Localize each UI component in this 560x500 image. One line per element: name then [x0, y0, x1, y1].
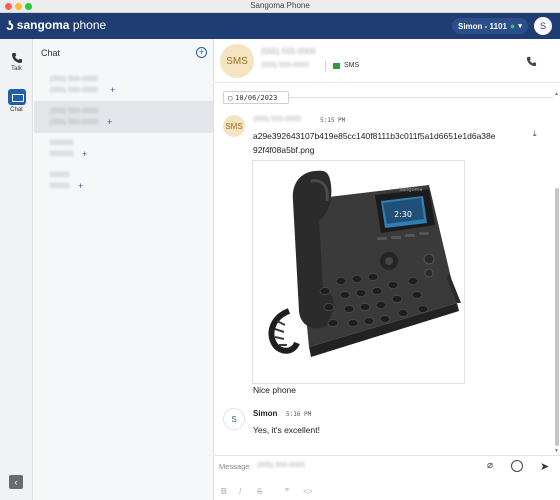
chat-list-panel: Chat + (555) 555-0000 (555) 555-0000 + (…: [34, 39, 214, 500]
rail-item-chat[interactable]: Chat: [0, 89, 33, 113]
rail-item-talk[interactable]: Talk: [0, 52, 33, 72]
user-label: Simon - 1101: [458, 21, 507, 31]
scrollbar-thumb[interactable]: [555, 188, 559, 446]
attachment-image[interactable]: 2:30 Sangoma: [252, 160, 465, 384]
channel-label: SMS: [344, 62, 360, 69]
strikethrough-icon[interactable]: S: [257, 487, 262, 496]
conversation-item[interactable]: (555) 555-0000 (555) 555-0000 +: [34, 69, 214, 101]
chat-list-title: Chat: [41, 48, 61, 58]
attachment-filename-cont[interactable]: 92f4f08a5bf.png: [253, 145, 314, 155]
header-divider: [325, 61, 326, 71]
calendar-icon: ▢: [228, 93, 233, 102]
sms-flag-icon: [333, 63, 340, 69]
user-status-dropdown[interactable]: Simon - 1101 ● ▾: [452, 18, 528, 34]
italic-icon[interactable]: I: [239, 487, 241, 496]
contact-number: (555) 555-0000: [261, 62, 309, 69]
phone-icon: [11, 53, 22, 63]
conversation-item-selected[interactable]: (555) 555-0000 (555) 555-0000 +: [34, 101, 214, 133]
conversation-number: (555) 555-0000: [50, 119, 98, 126]
plus-icon: +: [82, 149, 88, 159]
conversation-name: 55555: [50, 172, 70, 179]
date-divider: ▢ 10/06/2023: [223, 91, 289, 104]
brand-suffix: phone: [72, 18, 107, 32]
rail-talk-label: Talk: [11, 66, 22, 72]
scroll-up-arrow[interactable]: ▲: [554, 91, 559, 97]
nav-rail: Talk Chat ‹: [0, 39, 33, 500]
conversation-number: (555) 555-0000: [50, 87, 98, 94]
plus-icon: +: [107, 117, 113, 127]
conversation-item[interactable]: 55555 55555 +: [34, 165, 214, 197]
contact-name: (555) 555-0000: [261, 47, 316, 56]
contact-avatar: SMS: [220, 44, 254, 78]
message-text: Yes, it's excellent!: [253, 425, 320, 435]
bold-icon[interactable]: B: [221, 487, 227, 496]
conversation-item[interactable]: 555555 555555 +: [34, 133, 214, 165]
conversation-number: 555555: [50, 151, 74, 158]
message-input[interactable]: Message: [219, 462, 249, 471]
window-title: Sangoma Phone: [250, 1, 310, 10]
window-titlebar: Sangoma Phone: [0, 0, 560, 13]
plus-icon: +: [110, 85, 116, 95]
conversation-name: 555555: [50, 140, 74, 147]
message-avatar: S: [223, 408, 245, 430]
conversation-number: 55555: [50, 183, 70, 190]
message-list[interactable]: ▢ 10/06/2023 SMS (555) 555-0000 5:15 PM …: [215, 84, 560, 455]
divider-line: [289, 97, 553, 98]
sangoma-logo-icon: ʖ: [6, 17, 14, 33]
desk-phone-image: 2:30 Sangoma: [268, 170, 461, 357]
call-button[interactable]: [526, 56, 537, 67]
chevron-down-icon: ▾: [518, 23, 522, 30]
attach-icon[interactable]: ⌀: [487, 460, 493, 471]
app-header: ʖ sangoma phone Simon - 1101 ● ▾ S: [0, 13, 560, 39]
chat-icon: [7, 89, 26, 105]
message-scrollbar[interactable]: ▲ ▼: [554, 91, 560, 455]
collapse-sidebar-button[interactable]: ‹: [9, 475, 23, 489]
message-time: 5:15 PM: [320, 117, 346, 124]
quote-icon[interactable]: ❞: [285, 487, 289, 496]
message-sender: Simon: [253, 409, 278, 418]
conversation-name: (555) 555-0000: [50, 108, 98, 115]
phone-brand: Sangoma: [399, 187, 423, 193]
phone-screen-time: 2:30: [394, 210, 412, 219]
conversation-header: SMS (555) 555-0000 (555) 555-0000 SMS: [215, 39, 560, 83]
scroll-down-arrow[interactable]: ▼: [554, 448, 559, 454]
message-sender: (555) 555-0000: [253, 116, 301, 123]
message-avatar: SMS: [223, 115, 245, 137]
date-label: 10/06/2023: [235, 93, 278, 102]
conversation-name: (555) 555-0000: [50, 76, 98, 83]
new-chat-button[interactable]: +: [196, 47, 207, 58]
message-caption: Nice phone: [253, 385, 297, 395]
download-icon[interactable]: ⤓: [533, 129, 537, 139]
user-avatar[interactable]: S: [534, 17, 552, 35]
attachment-filename[interactable]: a29e392643107b419e85cc140f8111b3c011f5a1…: [253, 131, 496, 141]
code-icon[interactable]: <>: [303, 487, 312, 496]
sangoma-logo: ʖ sangoma phone: [6, 18, 106, 32]
plus-icon: +: [78, 181, 84, 191]
user-status-icon: ●: [509, 21, 516, 31]
emoji-icon[interactable]: [511, 460, 523, 472]
brand-name: sangoma: [16, 18, 70, 32]
send-icon[interactable]: ➤: [540, 460, 549, 473]
rail-chat-label: Chat: [10, 107, 23, 113]
conversation-panel: SMS (555) 555-0000 (555) 555-0000 SMS ▢ …: [215, 39, 560, 500]
message-time: 5:16 PM: [286, 411, 312, 418]
message-composer[interactable]: Message (555) 555-0000 ⌀ ➤ B I S ❞ <>: [215, 455, 560, 500]
composer-recipient: (555) 555-0000: [257, 462, 305, 469]
